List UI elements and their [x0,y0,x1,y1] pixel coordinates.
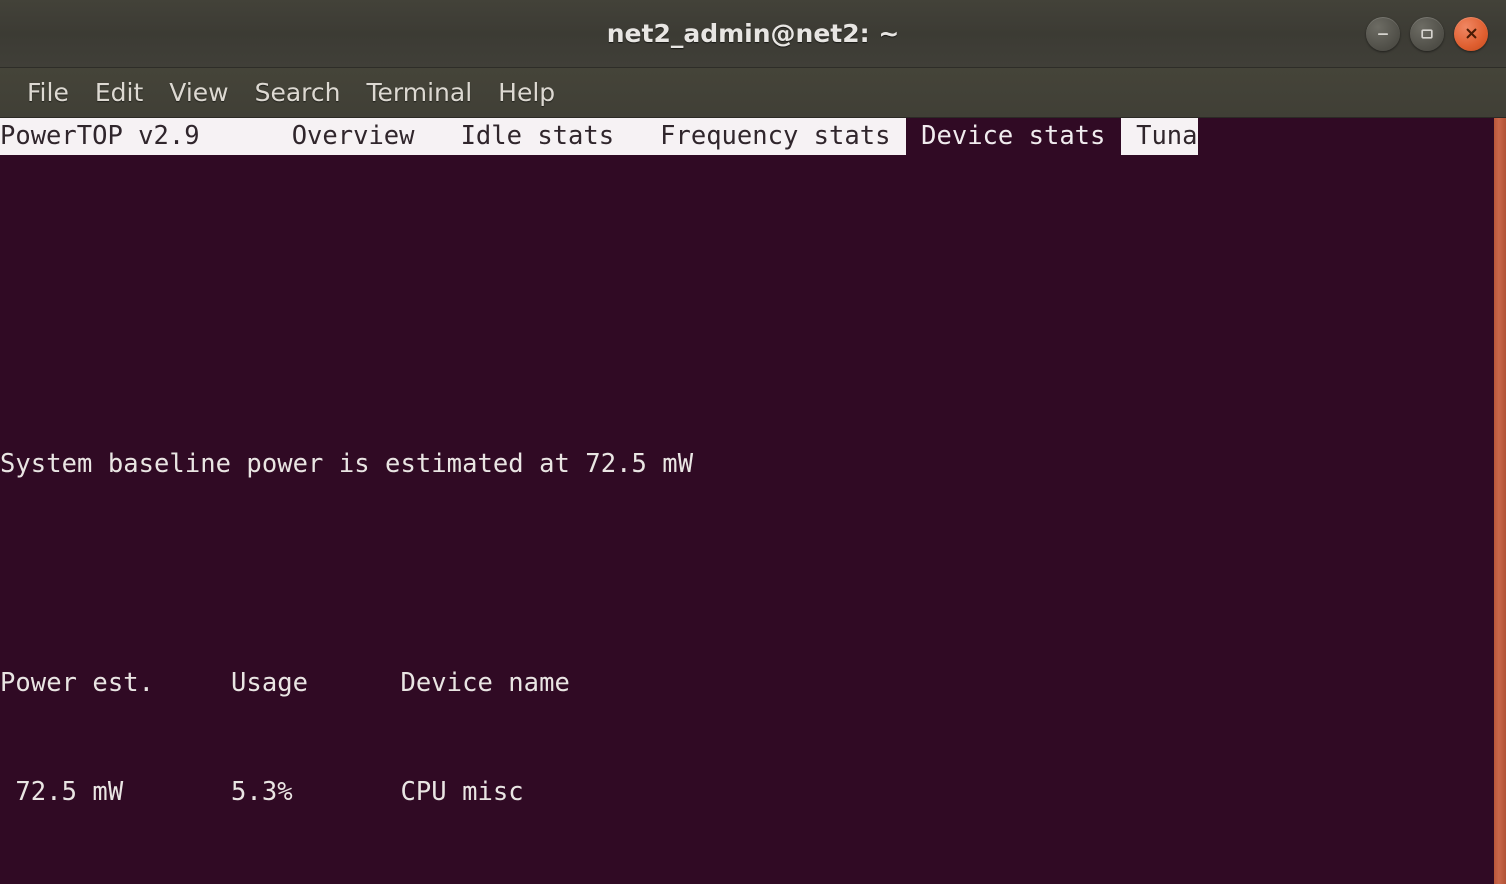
menu-item-terminal[interactable]: Terminal [353,76,485,109]
menu-item-file[interactable]: File [14,76,82,109]
minimize-button[interactable] [1366,16,1400,51]
menu-item-search[interactable]: Search [242,76,354,109]
menu-bar: File Edit View Search Terminal Help [0,68,1506,118]
baseline-power-message: System baseline power is estimated at 72… [0,449,694,480]
menu-item-help[interactable]: Help [485,76,568,109]
close-icon [1466,28,1476,39]
tab-tunables-truncated[interactable]: Tuna [1120,118,1198,155]
minimize-icon [1378,32,1388,35]
tabbar-segment-left[interactable]: PowerTOP v2.9 Overview Idle stats Freque… [0,118,906,155]
terminal-lines: System baseline power is estimated at 72… [0,155,1494,884]
close-button[interactable] [1454,16,1488,51]
maximize-button[interactable] [1410,16,1444,51]
menu-item-view[interactable]: View [156,76,241,109]
terminal-body[interactable]: PowerTOP v2.9 Overview Idle stats Freque… [0,118,1506,884]
menu-item-edit[interactable]: Edit [82,76,156,109]
maximize-icon [1421,28,1433,39]
window-titlebar[interactable]: net2_admin@net2: ~ [0,0,1506,68]
scrollbar-thumb[interactable] [1494,118,1506,884]
window-title: net2_admin@net2: ~ [606,19,900,48]
table-header-row: Power est. Usage Device name [0,667,570,698]
table-row: 72.5 mW 5.3% CPU misc [0,776,524,807]
tab-device-stats[interactable]: Device stats [905,118,1121,155]
window-controls [1366,16,1488,51]
terminal-screen: PowerTOP v2.9 Overview Idle stats Freque… [0,118,1494,884]
powertop-tabbar: PowerTOP v2.9 Overview Idle stats Freque… [0,118,1494,155]
terminal-window: net2_admin@net2: ~ File Edit View Search… [0,0,1506,884]
terminal-scrollbar[interactable] [1494,118,1506,884]
